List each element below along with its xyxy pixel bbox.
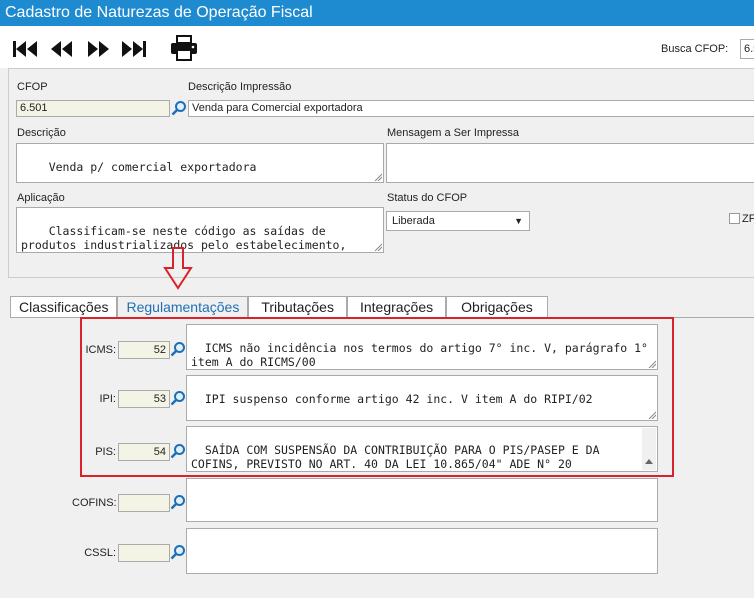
- cfop-label: CFOP: [17, 81, 48, 93]
- cfop-input[interactable]: 6.501: [16, 100, 170, 117]
- tab-regulamentacoes[interactable]: Regulamentações: [117, 296, 249, 318]
- cfop-search-icon[interactable]: [171, 100, 187, 116]
- last-record-icon: [122, 41, 146, 57]
- resize-grip-icon[interactable]: [374, 243, 382, 251]
- busca-cfop-input[interactable]: 6.5: [740, 39, 754, 59]
- resize-grip-icon[interactable]: [374, 173, 382, 181]
- descricao-text: Venda p/ comercial exportadora: [48, 160, 257, 174]
- previous-record-button[interactable]: [50, 38, 74, 60]
- cofins-text-textarea[interactable]: [186, 478, 658, 522]
- tab-tributacoes[interactable]: Tributações: [248, 296, 347, 318]
- cofins-search-icon[interactable]: [170, 494, 186, 510]
- dropdown-arrow-icon: ▼: [514, 216, 523, 226]
- window-title: Cadastro de Naturezas de Operação Fiscal: [0, 0, 754, 26]
- tab-strip: Classificações Regulamentações Tributaçõ…: [10, 296, 548, 318]
- aplicacao-textarea[interactable]: Classificam-se neste código as saídas de…: [16, 207, 384, 253]
- descricao-label: Descrição: [17, 127, 66, 139]
- cofins-code-input[interactable]: [118, 494, 170, 512]
- cssl-code-input[interactable]: [118, 544, 170, 562]
- status-cfop-select[interactable]: Liberada ▼: [386, 211, 530, 231]
- previous-record-icon: [51, 41, 72, 57]
- cfop-form-panel: CFOP 6.501 Descrição Impressão Venda par…: [8, 68, 754, 278]
- aplicacao-label: Aplicação: [17, 192, 65, 204]
- descricao-impressao-input[interactable]: Venda para Comercial exportadora: [188, 100, 754, 117]
- mensagem-textarea[interactable]: [386, 143, 754, 183]
- cofins-label: COFINS:: [72, 497, 117, 509]
- print-button[interactable]: [170, 35, 198, 61]
- cssl-text-textarea[interactable]: [186, 528, 658, 574]
- status-cfop-value: Liberada: [392, 215, 435, 227]
- toolbar: Busca CFOP: 6.5: [0, 26, 754, 68]
- highlight-box: [80, 317, 674, 477]
- zf-label: ZF: [742, 213, 754, 225]
- first-record-icon: [13, 41, 37, 57]
- tab-obrigacoes[interactable]: Obrigações: [446, 296, 548, 318]
- next-record-button[interactable]: [86, 38, 110, 60]
- zf-checkbox[interactable]: [729, 213, 740, 224]
- mensagem-label: Mensagem a Ser Impressa: [387, 127, 520, 139]
- status-cfop-label: Status do CFOP: [387, 192, 468, 204]
- printer-icon: [171, 35, 197, 61]
- first-record-button[interactable]: [12, 38, 40, 60]
- next-record-icon: [88, 41, 109, 57]
- busca-cfop-label: Busca CFOP:: [661, 43, 729, 55]
- descricao-impressao-label: Descrição Impressão: [188, 81, 292, 93]
- tab-integracoes[interactable]: Integrações: [346, 296, 447, 318]
- descricao-textarea[interactable]: Venda p/ comercial exportadora: [16, 143, 384, 183]
- cssl-search-icon[interactable]: [170, 544, 186, 560]
- last-record-button[interactable]: [120, 38, 148, 60]
- annotation-arrow-icon: [163, 247, 193, 290]
- cssl-label: CSSL:: [84, 547, 116, 559]
- tab-classificacoes[interactable]: Classificações: [10, 296, 118, 318]
